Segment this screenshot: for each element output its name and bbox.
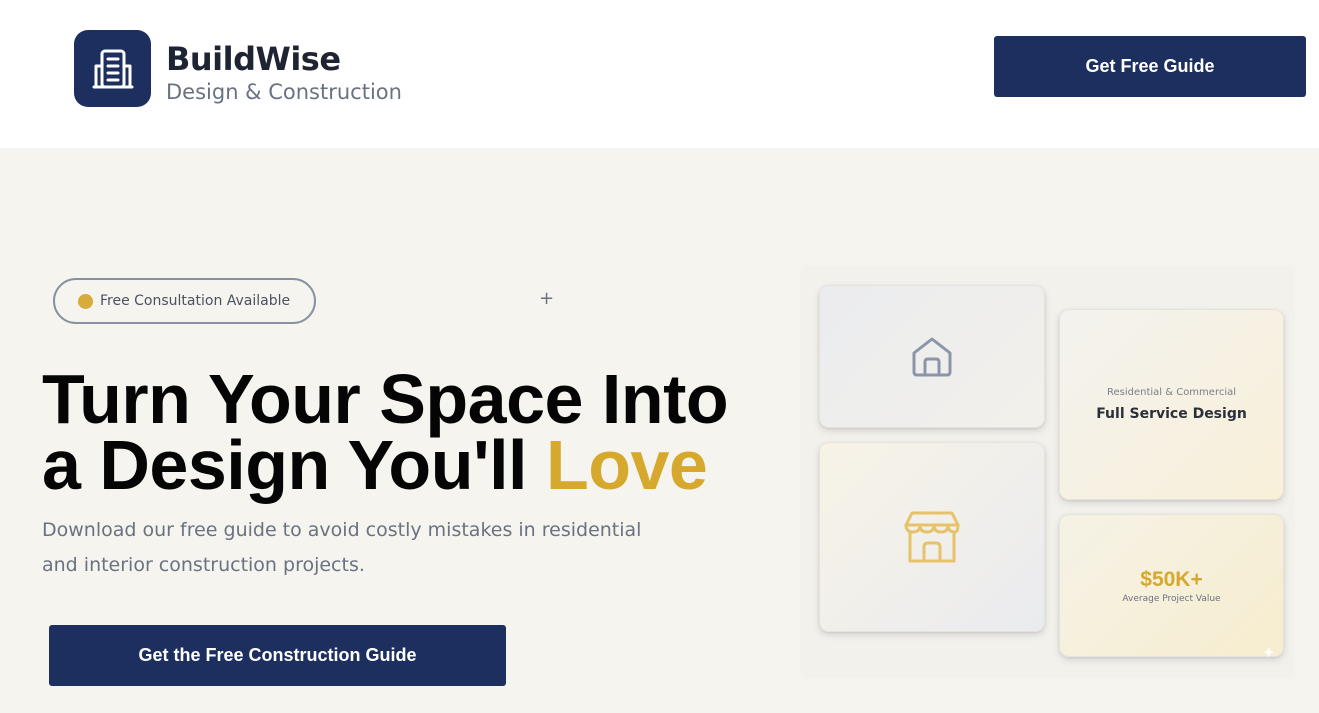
plus-icon: +: [539, 288, 555, 309]
hero-headline: Turn Your Space Into a Design You'll Lov…: [42, 364, 762, 500]
sparkle-icon: ✦: [1262, 643, 1276, 662]
building-icon[interactable]: [74, 30, 151, 107]
feature-card-grid: Residential & Commercial Full Service De…: [800, 266, 1295, 678]
status-dot-icon: [78, 293, 93, 309]
get-construction-guide-button[interactable]: Get the Free Construction Guide: [49, 625, 506, 686]
hero-subtext: Download our free guide to avoid costly …: [42, 519, 642, 576]
project-value-caption: Average Project Value: [1122, 593, 1221, 604]
get-free-guide-button[interactable]: Get Free Guide: [994, 36, 1306, 97]
badge-label: Free Consultation Available: [100, 293, 291, 309]
commercial-card: [819, 442, 1045, 632]
home-icon: [912, 337, 952, 376]
brand-name[interactable]: BuildWise: [166, 40, 341, 78]
hero-section: Free Consultation Available + Turn Your …: [0, 148, 1319, 713]
storefront-icon: [904, 511, 960, 563]
consultation-badge: Free Consultation Available: [53, 278, 316, 324]
site-header: BuildWise Design & Construction Get Free…: [0, 0, 1319, 148]
brand-tagline: Design & Construction: [166, 80, 402, 104]
headline-line-2: a Design You'll: [42, 426, 546, 504]
project-value-number: $50K+: [1140, 567, 1203, 591]
headline-accent: Love: [545, 426, 708, 504]
full-service-card: Residential & Commercial Full Service De…: [1059, 309, 1284, 500]
home-card: [819, 285, 1045, 428]
project-value-card: $50K+ Average Project Value: [1059, 514, 1284, 657]
service-kicker: Residential & Commercial: [1106, 387, 1237, 398]
service-title: Full Service Design: [1096, 406, 1247, 422]
